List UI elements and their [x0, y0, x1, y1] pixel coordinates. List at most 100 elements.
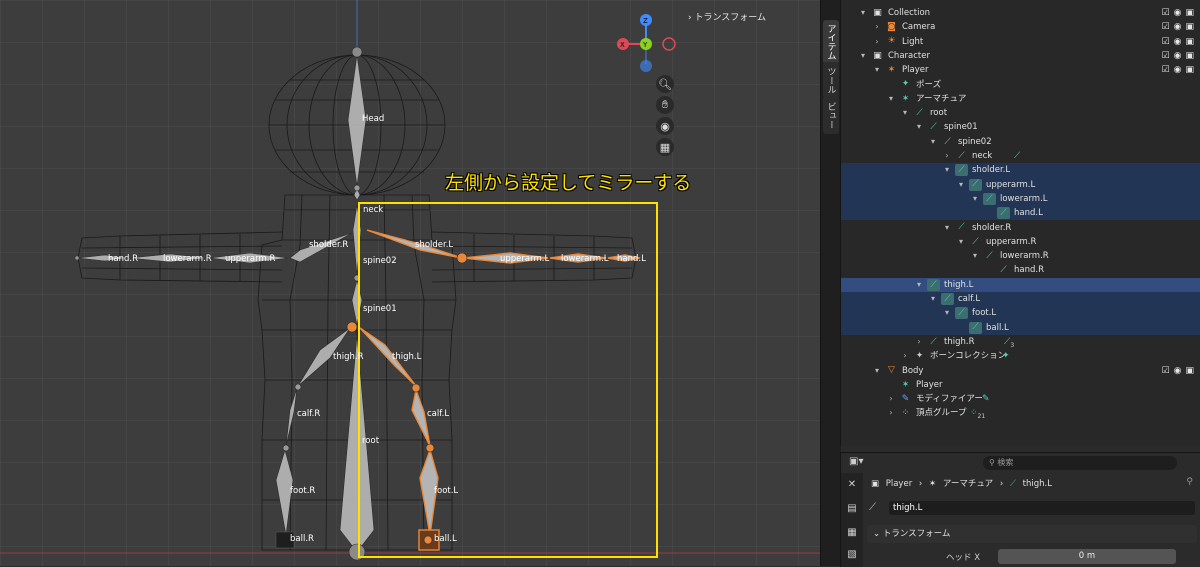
expand-closed-icon[interactable]: ›	[887, 392, 895, 406]
expand-open-icon[interactable]: ▾	[943, 163, 951, 177]
outliner-row[interactable]: ▾ ✶ アーマチュア	[841, 92, 1200, 106]
visibility-toggles[interactable]: ☑◉▣	[1162, 6, 1198, 20]
breadcrumb: ▣ Player › ✶ アーマチュア › ⟋ thigh.L	[871, 479, 1052, 489]
outliner-row[interactable]: ▾ ⟋ thigh.L	[841, 277, 1200, 292]
editor-type-icon[interactable]: ▣▾	[849, 456, 863, 467]
label-root: root	[362, 436, 380, 446]
outliner-row[interactable]: ⟋ hand.L	[841, 206, 1200, 221]
bone-link-icon: ⟋	[1014, 151, 1021, 161]
bone-name-field[interactable]: thigh.L	[889, 501, 1195, 515]
outliner-row[interactable]: ▾ ⟋ lowerarm.R	[841, 249, 1200, 263]
output-icon[interactable]: ▦	[846, 527, 858, 539]
sidebar-header-transform[interactable]: › トランスフォーム	[688, 10, 766, 23]
3d-viewport[interactable]: Head neck spine02 spine01 root sholder.R…	[0, 0, 820, 566]
camera-icon[interactable]: ◉	[656, 117, 674, 135]
outliner-item-label: foot.L	[972, 308, 997, 319]
view-layer-icon[interactable]: ▧	[846, 549, 858, 561]
visibility-toggles[interactable]: ☑◉▣	[1162, 49, 1198, 63]
expand-closed-icon[interactable]: ›	[943, 149, 951, 163]
outliner-row[interactable]: › ⟋ thigh.R ⟋3	[841, 335, 1200, 349]
collection-icon: ▣	[873, 7, 882, 18]
visibility-toggles[interactable]: ☑◉▣	[1162, 364, 1198, 378]
bone-icon: ⟋	[997, 207, 1010, 220]
outliner-row[interactable]: ▾ ▣ Collection ☑◉▣	[841, 6, 1200, 20]
render-icon[interactable]: ▤	[846, 503, 858, 515]
expand-open-icon[interactable]: ▾	[971, 192, 979, 206]
outliner-row[interactable]: ▾ ⟋ upperarm.L	[841, 177, 1200, 192]
tab-view[interactable]: ビュー	[823, 96, 839, 134]
expand-open-icon[interactable]: ▾	[943, 221, 951, 235]
outliner-row[interactable]: ▾ ⟋ root	[841, 106, 1200, 120]
tab-item[interactable]: アイテム	[823, 20, 839, 64]
expand-open-icon[interactable]: ▾	[957, 235, 965, 249]
expand-closed-icon[interactable]: ›	[887, 406, 895, 420]
armature-scene[interactable]: Head neck spine02 spine01 root sholder.R…	[0, 0, 820, 566]
properties-editor: ▣▾ ⚲ 検索 ✕ ▤ ▦ ▧ ▣ Player › ✶ アーマチュア › ⟋ …	[840, 452, 1200, 567]
hand-pan-icon[interactable]: ✋︎	[656, 96, 674, 114]
expand-open-icon[interactable]: ▾	[957, 178, 965, 192]
expand-closed-icon[interactable]: ›	[915, 335, 923, 349]
outliner-item-label: lowerarm.L	[1000, 193, 1048, 204]
outliner-row[interactable]: ✦ ポーズ	[841, 78, 1200, 92]
expand-open-icon[interactable]: ▾	[915, 120, 923, 134]
expand-closed-icon[interactable]: ›	[901, 349, 909, 363]
outliner-row[interactable]: ▾ ⟋ lowerarm.L	[841, 191, 1200, 207]
label-upperarm-r: upperarm.R	[225, 254, 275, 264]
outliner-item-label: hand.L	[1014, 208, 1043, 219]
tool-icon[interactable]: ✕	[846, 479, 858, 491]
outliner-row[interactable]: ⟋ hand.R	[841, 263, 1200, 277]
expand-open-icon[interactable]: ▾	[901, 106, 909, 120]
expand-open-icon[interactable]: ▾	[859, 49, 867, 63]
outliner-row[interactable]: ▾ ✶ Player ☑◉▣	[841, 63, 1200, 77]
expand-closed-icon[interactable]: ›	[873, 20, 881, 34]
outliner-item-label: Player	[916, 379, 943, 390]
expand-open-icon[interactable]: ▾	[943, 306, 951, 320]
outliner-row[interactable]: ▾ ⟋ upperarm.R	[841, 235, 1200, 249]
label-thigh-r: thigh.R	[333, 352, 364, 362]
visibility-toggles[interactable]: ☑◉▣	[1162, 35, 1198, 49]
outliner-row[interactable]: › ✎ モディファイアー ✎	[841, 392, 1200, 406]
bones-unselected	[77, 54, 375, 553]
pin-icon[interactable]: ⚲	[1186, 477, 1193, 487]
expand-open-icon[interactable]: ▾	[929, 292, 937, 306]
outliner-row[interactable]: ✶ Player	[841, 378, 1200, 392]
transform-panel-header[interactable]: ⌄ トランスフォーム	[867, 525, 1197, 543]
expand-open-icon[interactable]: ▾	[915, 278, 923, 292]
expand-open-icon[interactable]: ▾	[859, 6, 867, 20]
grid-icon[interactable]: ▦	[656, 138, 674, 156]
bone-icon: ⟋	[986, 250, 993, 261]
expand-open-icon[interactable]: ▾	[971, 249, 979, 263]
outliner-row[interactable]: ⟋ ball.L	[841, 320, 1200, 335]
outliner-row[interactable]: ▾ ▽ Body ☑◉▣	[841, 364, 1200, 378]
outliner-row[interactable]: › ⟋ neck ⟋	[841, 149, 1200, 163]
visibility-toggles[interactable]: ☑◉▣	[1162, 63, 1198, 77]
camera-render-icon: ▣	[1185, 365, 1198, 376]
label-foot-l: foot.L	[434, 486, 458, 496]
outliner-row[interactable]: › ◙ Camera ☑◉▣	[841, 20, 1200, 34]
tab-tool[interactable]: ツール	[823, 62, 839, 98]
outliner-row[interactable]: ▾ ⟋ sholder.L	[841, 163, 1200, 178]
outliner-item-label: spine02	[958, 136, 992, 147]
outliner-row[interactable]: ▾ ⟋ foot.L	[841, 306, 1200, 321]
expand-open-icon[interactable]: ▾	[887, 92, 895, 106]
outliner-row[interactable]: ▾ ▣ Character ☑◉▣	[841, 49, 1200, 63]
outliner-row[interactable]: ▾ ⟋ sholder.R	[841, 221, 1200, 235]
properties-tabs: ✕ ▤ ▦ ▧	[841, 473, 863, 567]
expand-open-icon[interactable]: ▾	[873, 63, 881, 77]
expand-open-icon[interactable]: ▾	[873, 364, 881, 378]
head-x-field[interactable]: 0 m	[998, 549, 1176, 564]
outliner-row[interactable]: ▾ ⟋ calf.L	[841, 292, 1200, 307]
expand-open-icon[interactable]: ▾	[929, 135, 937, 149]
outliner-row[interactable]: ▾ ⟋ spine01	[841, 120, 1200, 134]
navigation-gizmo[interactable]: Z X Y	[617, 14, 676, 72]
expand-closed-icon[interactable]: ›	[873, 35, 881, 49]
zoom-icon[interactable]: 🔍︎	[656, 75, 674, 93]
visibility-toggles[interactable]: ☑◉▣	[1162, 20, 1198, 34]
outliner[interactable]: ▾ ▣ Collection ☑◉▣ › ◙ Camera ☑◉▣ › ☀ Light ☑◉▣ ▾ ▣ Ch…	[840, 0, 1200, 446]
outliner-item-label: 頂点グループ	[916, 408, 967, 419]
search-input[interactable]: ⚲ 検索	[983, 456, 1177, 470]
outliner-row[interactable]: › ⁘ 頂点グループ ⁘21	[841, 406, 1200, 420]
outliner-row[interactable]: ▾ ⟋ spine02	[841, 135, 1200, 149]
outliner-row[interactable]: › ☀ Light ☑◉▣	[841, 35, 1200, 49]
outliner-row[interactable]: › ✦ ボーンコレクション ✦	[841, 349, 1200, 363]
